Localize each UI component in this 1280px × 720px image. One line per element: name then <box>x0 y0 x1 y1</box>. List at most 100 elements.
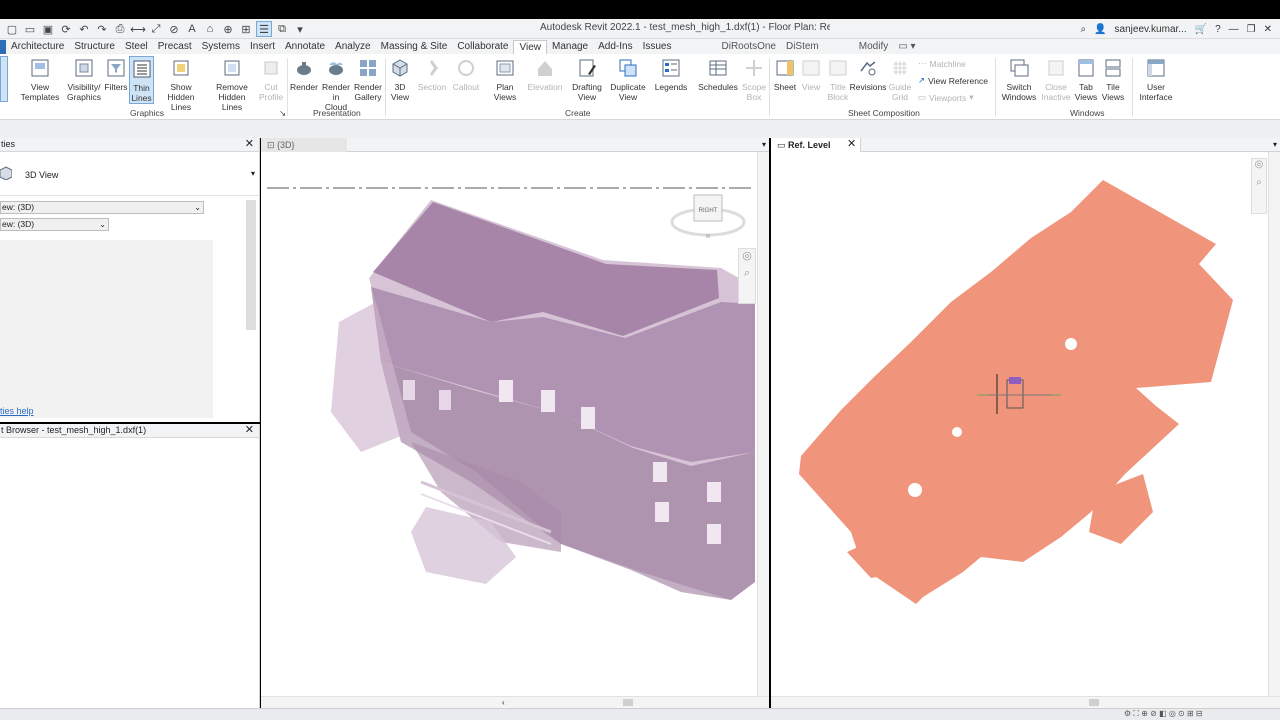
render-button[interactable]: Render <box>290 56 318 92</box>
tab-views-button[interactable]: Tab Views <box>1074 56 1098 102</box>
viewcube[interactable]: RIGHT W <box>670 194 746 240</box>
tab-analyze[interactable]: Analyze <box>330 40 376 54</box>
view-instance-select[interactable]: ew: (3D) ⌄ <box>0 201 204 214</box>
graphics-panel-launcher[interactable]: ↘ <box>279 108 286 119</box>
help-icon[interactable]: ? <box>1215 24 1221 35</box>
tab-massing-site[interactable]: Massing & Site <box>376 40 453 54</box>
render-cloud-button[interactable]: Render in Cloud <box>321 56 351 112</box>
view-3d-pane[interactable]: ⊡ {3D} ▾ RIGHT W ◎ ⌕ ‹ <box>261 138 769 708</box>
viewports-button[interactable]: ▭ Viewports ▾ <box>918 92 973 103</box>
tab-manage[interactable]: Manage <box>547 40 593 54</box>
close-hidden-icon[interactable]: ⊞ <box>238 21 254 37</box>
3d-view-button[interactable]: 3D View <box>388 56 412 102</box>
view-3d-tab[interactable]: ⊡ {3D} <box>261 138 347 152</box>
redo-icon[interactable]: ↷ <box>94 21 110 37</box>
switch-windows-button[interactable]: Switch Windows <box>1000 56 1038 102</box>
plan-view-hscroll[interactable] <box>771 696 1280 708</box>
tag-icon[interactable]: ⊘ <box>166 21 182 37</box>
tab-modify[interactable]: Modify <box>854 40 893 54</box>
plan-views-button[interactable]: Plan Views <box>490 56 520 102</box>
properties-close-icon[interactable]: ✕ <box>245 138 254 151</box>
tab-view[interactable]: View <box>513 40 547 54</box>
modify-button-partial[interactable] <box>0 56 8 102</box>
callout-button[interactable]: Callout <box>452 56 480 92</box>
zoom-icon[interactable]: ⌕ <box>739 267 755 285</box>
view-3d-tab-menu-icon[interactable]: ▾ <box>762 138 766 152</box>
drafting-view-button[interactable]: Drafting View <box>570 56 604 102</box>
viewcube-face-label[interactable]: RIGHT <box>699 208 718 214</box>
title-block-button[interactable]: Title Block <box>824 56 852 102</box>
matchline-button[interactable]: ⋯ Matchline <box>918 58 966 69</box>
tab-steel[interactable]: Steel <box>120 40 153 54</box>
view-templates-button[interactable]: View Templates <box>20 56 60 102</box>
navigation-bar-plan[interactable]: ◎ ⌕ <box>1251 158 1267 214</box>
plan-steering-wheel-icon[interactable]: ◎ <box>1252 159 1266 177</box>
render-gallery-button[interactable]: Render Gallery <box>353 56 383 102</box>
tab-systems[interactable]: Systems <box>197 40 245 54</box>
legends-button[interactable]: Legends <box>654 56 688 92</box>
schedules-button[interactable]: Schedules <box>698 56 738 92</box>
remove-hidden-lines-button[interactable]: Remove Hidden Lines <box>208 56 256 112</box>
tab-structure[interactable]: Structure <box>69 40 120 54</box>
show-hidden-lines-button[interactable]: Show Hidden Lines <box>158 56 204 112</box>
tab-precast[interactable]: Precast <box>153 40 197 54</box>
section-button[interactable]: Section <box>418 56 446 92</box>
plan-view-vscroll[interactable] <box>1268 152 1280 696</box>
restore-icon[interactable]: ❐ <box>1247 24 1256 35</box>
guide-grid-button[interactable]: Guide Grid <box>888 56 912 102</box>
search-icon[interactable]: ⌕ <box>1080 24 1086 35</box>
sync-icon[interactable]: ⟳ <box>58 21 74 37</box>
status-toggle-icons[interactable]: ⚙ ⛶ ⊕ ⊘ ◧ ◎ ⊙ ⊞ ⊟ <box>1124 709 1203 719</box>
tab-annotate[interactable]: Annotate <box>280 40 330 54</box>
tab-insert[interactable]: Insert <box>245 40 280 54</box>
tab-issues[interactable]: Issues <box>638 40 677 54</box>
plan-view-tab-close-icon[interactable]: ✕ <box>847 138 856 151</box>
tile-views-button[interactable]: Tile Views <box>1100 56 1126 102</box>
sheet-button[interactable]: Sheet <box>772 56 798 92</box>
visibility-graphics-button[interactable]: Visibility/ Graphics <box>64 56 104 102</box>
user-interface-button[interactable]: User Interface <box>1136 56 1176 102</box>
edit-type-select[interactable]: ew: (3D) ⌄ <box>0 218 109 231</box>
plan-view-hscroll-thumb[interactable] <box>1089 699 1099 706</box>
browser-close-icon[interactable]: ✕ <box>245 424 254 437</box>
plan-view-pane[interactable]: ▭ Ref. Level ✕ ▾ ◎ ⌕ <box>771 138 1280 708</box>
navigation-bar-3d[interactable]: ◎ ⌕ <box>738 248 756 304</box>
customize-qat-icon[interactable]: ▾ <box>292 21 308 37</box>
close-inactive-button[interactable]: Close Inactive <box>1040 56 1072 102</box>
print-icon[interactable]: ⎙ <box>112 21 128 37</box>
duplicate-view-button[interactable]: Duplicate View <box>608 56 648 102</box>
view-3d-hscroll[interactable]: ‹ <box>261 696 769 708</box>
section-icon[interactable]: ⊕ <box>220 21 236 37</box>
thin-lines-button[interactable]: Thin Lines <box>129 56 154 104</box>
measure-icon[interactable]: ⟷ <box>130 21 146 37</box>
cart-icon[interactable]: 🛒 <box>1195 24 1207 35</box>
switch-windows-icon[interactable]: ⧉ <box>274 21 290 37</box>
undo-icon[interactable]: ↶ <box>76 21 92 37</box>
thin-lines-qat-icon[interactable]: ☰ <box>256 21 272 37</box>
app-menu-icon[interactable]: ▢ <box>4 21 20 37</box>
dimension-icon[interactable]: ⤢ <box>148 21 164 37</box>
properties-help-link[interactable]: ties help <box>0 406 34 416</box>
open-icon[interactable]: ▭ <box>22 21 38 37</box>
revisions-button[interactable]: Revisions <box>850 56 886 92</box>
tab-distem[interactable]: DiStem <box>781 40 824 54</box>
type-selector[interactable]: 3D View ▾ <box>0 152 259 196</box>
plan-zoom-icon[interactable]: ⌕ <box>1252 177 1266 195</box>
hscroll-left-arrow[interactable]: ‹ <box>502 698 505 707</box>
close-icon[interactable]: ✕ <box>1264 24 1272 35</box>
tab-architecture[interactable]: Architecture <box>6 40 69 54</box>
view-reference-button[interactable]: ↗ View Reference <box>918 75 988 86</box>
tab-collaborate[interactable]: Collaborate <box>452 40 513 54</box>
save-icon[interactable]: ▣ <box>40 21 56 37</box>
view-3d-hscroll-thumb[interactable] <box>623 699 633 706</box>
elevation-button[interactable]: Elevation <box>527 56 563 92</box>
user-icon[interactable]: 👤 <box>1094 24 1106 35</box>
ribbon-toggle-icon[interactable]: ▭ ▾ <box>893 40 920 54</box>
filters-button[interactable]: Filters <box>104 56 128 92</box>
steering-wheel-icon[interactable]: ◎ <box>739 249 755 267</box>
scope-box-button[interactable]: Scope Box <box>740 56 768 102</box>
tab-dirootsone[interactable]: DiRootsOne <box>717 40 781 54</box>
tab-add-ins[interactable]: Add-Ins <box>593 40 637 54</box>
minimize-icon[interactable]: — <box>1229 24 1239 35</box>
cut-profile-button[interactable]: Cut Profile <box>258 56 284 102</box>
